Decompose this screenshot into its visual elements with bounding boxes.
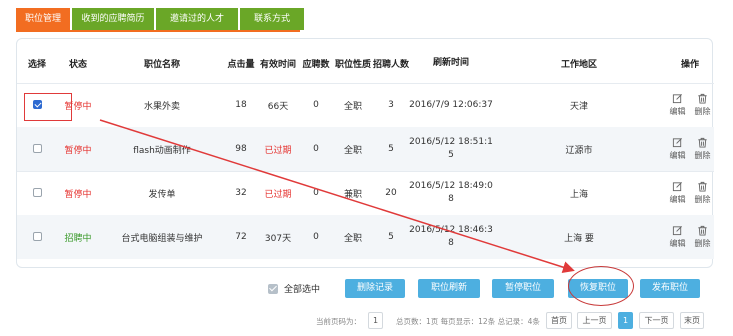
apply-count: 0 — [313, 144, 319, 154]
hire-count: 5 — [388, 232, 394, 242]
first-page-button[interactable]: 首页 — [546, 312, 572, 329]
tab-underline — [16, 30, 300, 32]
click-count: 32 — [235, 188, 247, 198]
col-nature: 职位性质 — [334, 59, 371, 70]
edit-icon — [672, 138, 682, 148]
page-1-button[interactable]: 1 — [618, 312, 633, 329]
trash-icon — [698, 181, 707, 192]
col-ops: 操作 — [680, 59, 699, 70]
row-checkbox[interactable] — [32, 144, 42, 153]
next-page-button[interactable]: 下一页 — [639, 312, 674, 329]
click-count: 72 — [235, 232, 247, 242]
pagination: 当前页码为： 1 总页数：1页 每页显示：12条 总记录：4条 首页 上一页 1… — [0, 312, 733, 330]
delete-button[interactable]: 删除 — [695, 137, 711, 161]
col-name: 职位名称 — [143, 59, 180, 70]
pager-summary: 总页数：1页 每页显示：12条 总记录：4条 — [396, 317, 540, 326]
job-nature: 全职 — [343, 145, 362, 156]
pause-jobs-button[interactable]: 暂停职位 — [492, 279, 554, 298]
apply-count: 0 — [313, 188, 319, 198]
prev-page-button[interactable]: 上一页 — [577, 312, 612, 329]
select-all-checkbox[interactable] — [268, 283, 278, 294]
job-name: 水果外卖 — [143, 101, 180, 112]
col-clicks: 点击量 — [227, 59, 255, 70]
delete-button[interactable]: 删除 — [695, 181, 711, 205]
edit-button[interactable]: 编辑 — [670, 137, 686, 161]
current-page-input[interactable]: 1 — [368, 312, 383, 329]
annotation-box — [24, 93, 72, 121]
last-page-button[interactable]: 末页 — [680, 312, 704, 329]
edit-button[interactable]: 编辑 — [670, 225, 686, 249]
delete-records-button[interactable]: 删除记录 — [345, 279, 405, 298]
status-badge: 招聘中 — [64, 233, 92, 244]
job-name: 台式电脑组装与维护 — [121, 233, 203, 244]
refresh-time: 2016/7/9 12:06:37 — [409, 99, 493, 110]
col-select: 选择 — [27, 59, 46, 70]
tab-received-resumes[interactable]: 收到的应聘简历 — [72, 8, 155, 30]
table-row: 招聘中 台式电脑组装与维护 72 307天 0 全职 5 2016/5/12 1… — [17, 215, 714, 259]
trash-icon — [698, 137, 707, 148]
edit-icon — [672, 226, 682, 236]
table-row: 暂停中 发传单 32 已过期 0 兼职 20 2016/5/12 18:49:0… — [17, 171, 714, 215]
tab-job-management[interactable]: 职位管理 — [16, 8, 71, 30]
job-name: flash动画制作 — [133, 145, 191, 156]
annotation-ellipse — [568, 266, 634, 306]
hire-count: 20 — [385, 188, 397, 198]
hire-count: 3 — [388, 100, 394, 110]
job-nature: 兼职 — [343, 189, 362, 200]
publish-job-button[interactable]: 发布职位 — [640, 279, 700, 298]
table-row: 暂停中 水果外卖 18 66天 0 全职 3 2016/7/9 12:06:37… — [17, 83, 714, 127]
click-count: 18 — [235, 100, 247, 110]
table-row: 暂停中 flash动画制作 98 已过期 0 全职 5 2016/5/12 18… — [17, 127, 714, 171]
valid-time: 66天 — [267, 101, 289, 112]
valid-time: 已过期 — [264, 189, 292, 200]
select-all-label: 全部选中 — [284, 285, 321, 295]
apply-count: 0 — [313, 100, 319, 110]
refresh-time: 2016/5/12 18:46:3 8 — [409, 225, 493, 248]
delete-button[interactable]: 删除 — [695, 225, 711, 249]
tab-invited-talent[interactable]: 邀请过的人才 — [156, 8, 239, 30]
work-area: 辽源市 — [565, 145, 593, 156]
col-valid: 有效时间 — [259, 59, 296, 70]
hire-count: 5 — [388, 144, 394, 154]
col-applied: 应聘数 — [302, 59, 330, 70]
valid-time: 已过期 — [264, 145, 292, 156]
select-all[interactable]: 全部选中 — [268, 282, 320, 295]
edit-icon — [672, 94, 682, 104]
work-area: 上海 要 — [564, 233, 594, 244]
delete-button[interactable]: 删除 — [695, 93, 711, 117]
status-badge: 暂停中 — [64, 189, 92, 200]
refresh-time: 2016/5/12 18:51:1 5 — [409, 137, 493, 160]
edit-button[interactable]: 编辑 — [670, 181, 686, 205]
tab-bar: 职位管理 收到的应聘简历 邀请过的人才 联系方式 — [16, 8, 306, 30]
row-checkbox[interactable] — [32, 232, 42, 241]
row-checkbox[interactable] — [32, 188, 42, 197]
jobs-table: 选择 状态 职位名称 点击量 有效时间 应聘数 职位性质 招聘人数 刷新时间 工… — [16, 38, 714, 268]
edit-icon — [672, 182, 682, 192]
valid-time: 307天 — [264, 233, 292, 244]
refresh-jobs-button[interactable]: 职位刷新 — [418, 279, 480, 298]
job-nature: 全职 — [343, 101, 362, 112]
status-badge: 暂停中 — [64, 145, 92, 156]
trash-icon — [698, 225, 707, 236]
click-count: 98 — [235, 144, 247, 154]
job-name: 发传单 — [148, 189, 176, 200]
tab-contact-info[interactable]: 联系方式 — [240, 8, 305, 30]
col-refresh: 刷新时间 — [432, 57, 469, 68]
table-header: 选择 状态 职位名称 点击量 有效时间 应聘数 职位性质 招聘人数 刷新时间 工… — [17, 43, 714, 83]
col-area: 工作地区 — [560, 59, 597, 70]
current-page-label: 当前页码为： — [316, 317, 361, 326]
job-nature: 全职 — [343, 233, 362, 244]
trash-icon — [698, 93, 707, 104]
col-status: 状态 — [68, 59, 87, 70]
refresh-time: 2016/5/12 18:49:0 8 — [409, 181, 493, 204]
edit-button[interactable]: 编辑 — [670, 93, 686, 117]
col-hires: 招聘人数 — [373, 59, 410, 70]
work-area: 天津 — [569, 101, 588, 112]
work-area: 上海 — [569, 189, 588, 200]
apply-count: 0 — [313, 232, 319, 242]
